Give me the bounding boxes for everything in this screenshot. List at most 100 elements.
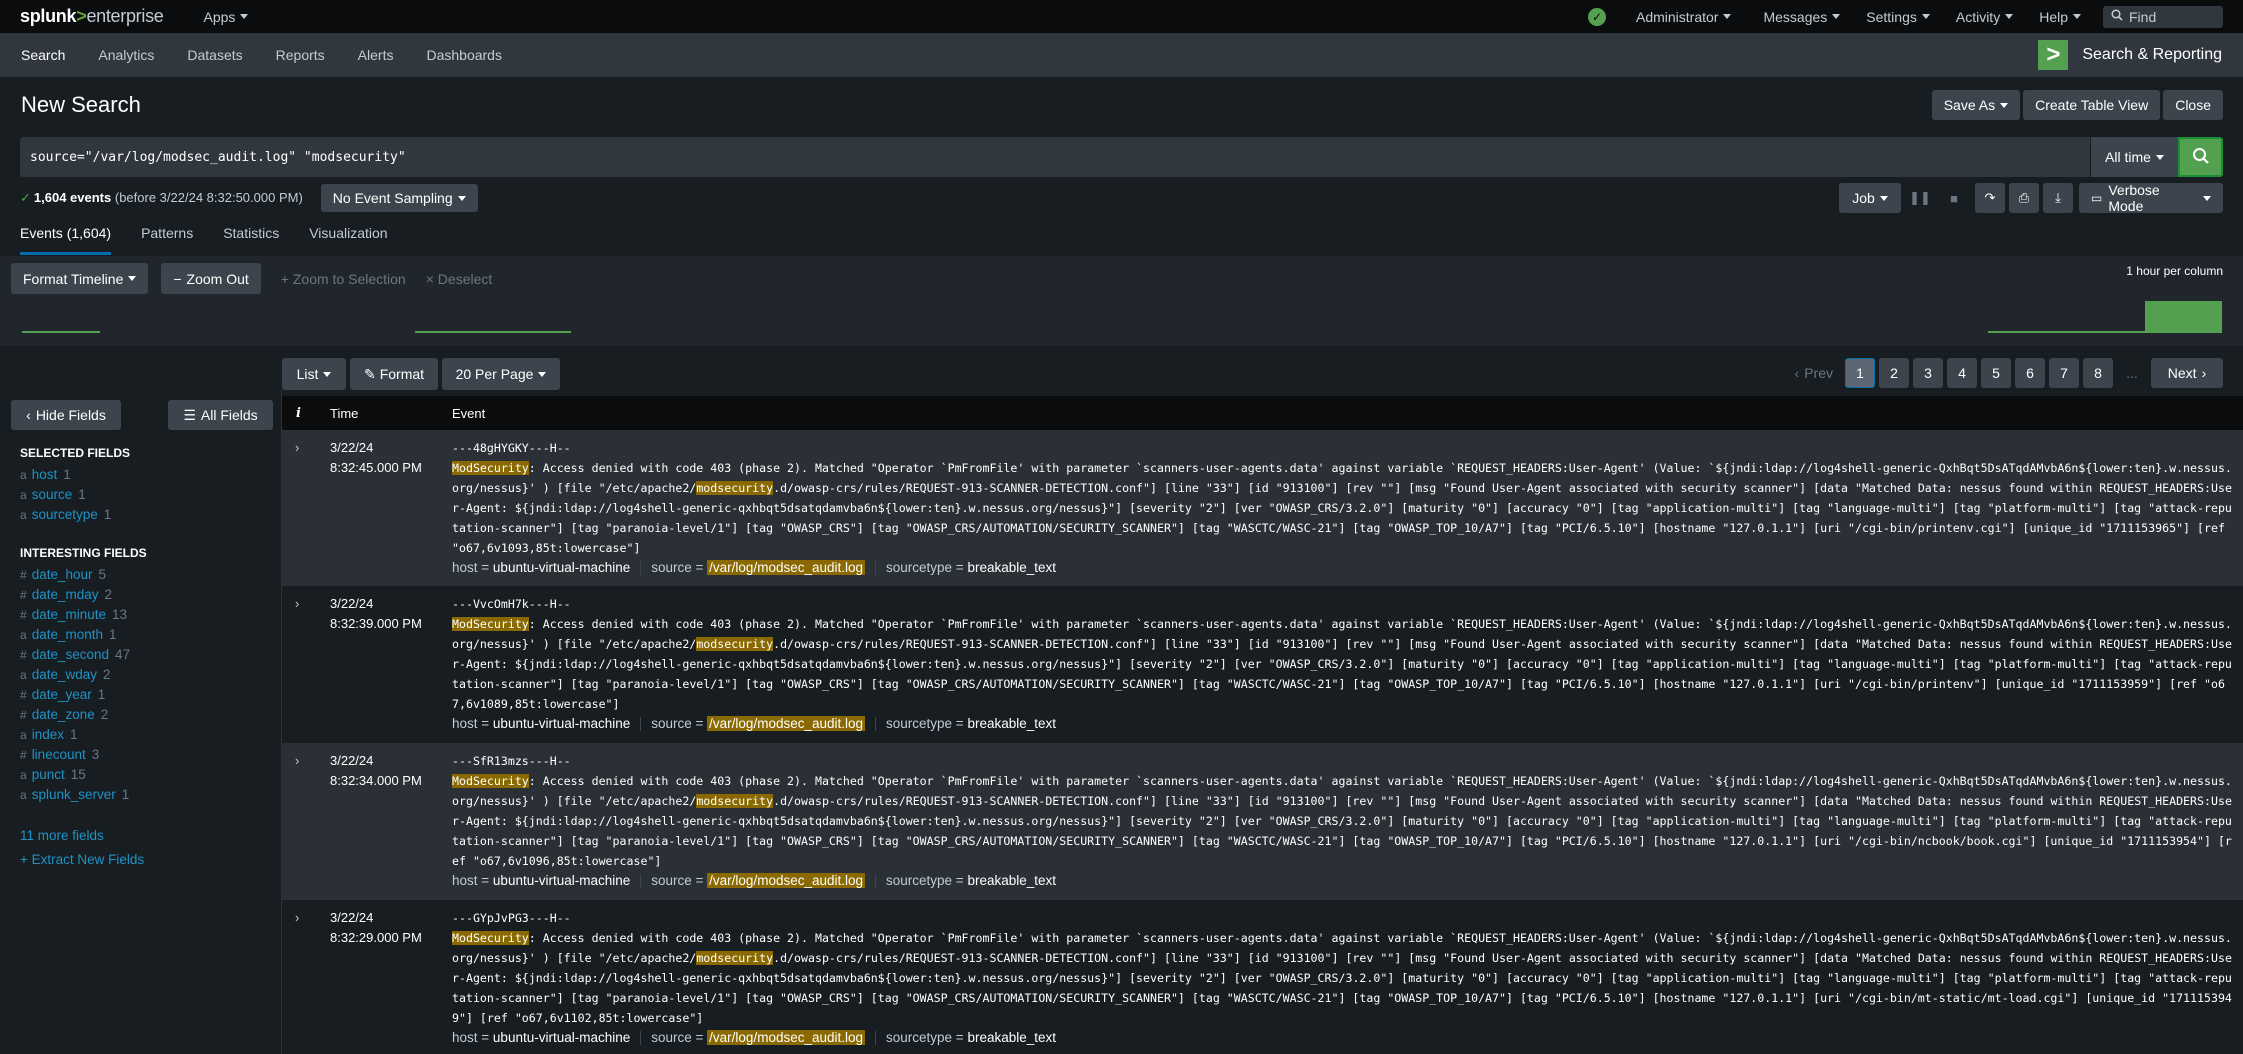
- hide-fields-button[interactable]: ‹ Hide Fields: [11, 400, 121, 430]
- field-item[interactable]: # date_year 1: [20, 687, 105, 702]
- splunk-logo[interactable]: splunk>enterprise: [20, 6, 164, 27]
- format-button[interactable]: ✎ Format: [350, 358, 438, 390]
- search-mode-dropdown[interactable]: ▭ Verbose Mode: [2079, 182, 2223, 214]
- app-tab-reports[interactable]: Reports: [276, 33, 325, 77]
- create-table-view-button[interactable]: Create Table View: [2023, 90, 2161, 120]
- meta-sourcetype-value[interactable]: breakable_text: [967, 716, 1056, 731]
- meta-host-value[interactable]: ubuntu-virtual-machine: [493, 716, 630, 731]
- prev-page-button[interactable]: ‹ Prev: [1787, 358, 1841, 388]
- zoom-to-selection-button[interactable]: + Zoom to Selection: [281, 271, 406, 287]
- check-icon: ✓: [20, 190, 31, 205]
- meta-sourcetype-value[interactable]: breakable_text: [967, 1030, 1056, 1045]
- field-item[interactable]: # date_zone 2: [20, 707, 108, 722]
- per-page-dropdown[interactable]: 20 Per Page: [442, 358, 560, 390]
- print-icon[interactable]: ⎙: [2009, 183, 2039, 213]
- format-timeline-button[interactable]: Format Timeline: [11, 263, 149, 294]
- tab-statistics[interactable]: Statistics: [223, 225, 279, 255]
- expand-chevron-icon[interactable]: ›: [295, 440, 299, 455]
- field-item[interactable]: # date_minute 13: [20, 607, 127, 622]
- save-as-button[interactable]: Save As: [1931, 90, 2021, 120]
- administrator-menu[interactable]: Administrator: [1636, 9, 1732, 25]
- meta-source-value[interactable]: /var/log/modsec_audit.log: [707, 560, 866, 575]
- field-item[interactable]: # date_hour 5: [20, 567, 106, 582]
- find-input[interactable]: Find: [2103, 5, 2223, 28]
- event-raw-text[interactable]: ---GYpJvPG3---H-- ModSecurity: Access de…: [452, 908, 2232, 1028]
- extract-new-fields-link[interactable]: + Extract New Fields: [20, 852, 144, 867]
- event-raw-text[interactable]: ---SfR13mzs---H-- ModSecurity: Access de…: [452, 751, 2232, 871]
- page-button[interactable]: 1: [1845, 358, 1875, 388]
- field-item[interactable]: # linecount 3: [20, 747, 99, 762]
- all-fields-button[interactable]: ☰ All Fields: [168, 400, 273, 430]
- page-button[interactable]: 6: [2015, 358, 2045, 388]
- app-tab-datasets[interactable]: Datasets: [187, 33, 242, 77]
- timeline-bar[interactable]: [22, 331, 100, 333]
- page-button[interactable]: 8: [2083, 358, 2113, 388]
- event-sampling-dropdown[interactable]: No Event Sampling: [320, 184, 478, 212]
- event-time: 8:32:39.000 PM: [330, 616, 422, 631]
- next-page-button[interactable]: Next ›: [2151, 358, 2223, 388]
- field-item[interactable]: a date_month 1: [20, 627, 117, 642]
- field-item[interactable]: a date_wday 2: [20, 667, 111, 682]
- messages-menu[interactable]: Messages: [1763, 9, 1841, 25]
- field-item[interactable]: a splunk_server 1: [20, 787, 129, 802]
- event-column-header[interactable]: Event: [452, 406, 485, 421]
- field-item[interactable]: a sourcetype 1: [20, 507, 111, 522]
- check-circle-icon[interactable]: ✓: [1587, 7, 1606, 26]
- meta-source-value[interactable]: /var/log/modsec_audit.log: [707, 873, 866, 888]
- expand-chevron-icon[interactable]: ›: [295, 596, 299, 611]
- help-menu[interactable]: Help: [2039, 9, 2081, 25]
- field-item[interactable]: # date_mday 2: [20, 587, 112, 602]
- page-button[interactable]: 5: [1981, 358, 2011, 388]
- deselect-button[interactable]: × Deselect: [426, 271, 493, 287]
- page-button[interactable]: 4: [1947, 358, 1977, 388]
- app-tab-analytics[interactable]: Analytics: [98, 33, 154, 77]
- meta-sourcetype-value[interactable]: breakable_text: [967, 560, 1056, 575]
- field-item[interactable]: # date_second 47: [20, 647, 130, 662]
- field-item[interactable]: a index 1: [20, 727, 77, 742]
- event-raw-text[interactable]: ---VvcOmH7k---H-- ModSecurity: Access de…: [452, 594, 2232, 714]
- tab-patterns[interactable]: Patterns: [141, 225, 193, 255]
- time-range-picker[interactable]: All time: [2090, 137, 2178, 177]
- page-button[interactable]: 2: [1879, 358, 1909, 388]
- meta-sourcetype-value[interactable]: breakable_text: [967, 873, 1056, 888]
- format-label: Format: [379, 366, 425, 382]
- search-query-input[interactable]: source="/var/log/modsec_audit.log" "mods…: [20, 137, 2090, 177]
- tab-events[interactable]: Events (1,604): [20, 225, 112, 255]
- export-icon[interactable]: ⤓: [2043, 183, 2073, 213]
- meta-source-value[interactable]: /var/log/modsec_audit.log: [707, 1030, 866, 1045]
- search-submit-button[interactable]: [2178, 137, 2223, 177]
- stop-icon[interactable]: ■: [1939, 183, 1969, 213]
- tab-visualization[interactable]: Visualization: [309, 225, 387, 255]
- zoom-out-button[interactable]: − Zoom Out: [161, 263, 261, 294]
- job-menu-button[interactable]: Job: [1839, 183, 1901, 213]
- activity-menu[interactable]: Activity: [1956, 9, 2014, 25]
- app-tab-dashboards[interactable]: Dashboards: [426, 33, 502, 77]
- close-button[interactable]: Close: [2163, 90, 2223, 120]
- event-raw-text[interactable]: ---48gHYGKY---H-- ModSecurity: Access de…: [452, 438, 2232, 558]
- meta-host-value[interactable]: ubuntu-virtual-machine: [493, 873, 630, 888]
- page-button[interactable]: 7: [2049, 358, 2079, 388]
- pause-icon[interactable]: ❚❚: [1905, 183, 1935, 213]
- timeline-bar[interactable]: [2145, 301, 2222, 333]
- meta-source-value[interactable]: /var/log/modsec_audit.log: [707, 716, 866, 731]
- field-item[interactable]: a source 1: [20, 487, 86, 502]
- list-view-dropdown[interactable]: List: [282, 358, 346, 390]
- field-item[interactable]: a punct 15: [20, 767, 86, 782]
- more-fields-link[interactable]: 11 more fields: [20, 828, 104, 843]
- meta-host-value[interactable]: ubuntu-virtual-machine: [493, 560, 630, 575]
- share-icon[interactable]: ↷: [1975, 183, 2005, 213]
- time-column-header[interactable]: Time: [330, 406, 358, 421]
- app-name[interactable]: > Search & Reporting: [2038, 40, 2222, 70]
- settings-menu[interactable]: Settings: [1866, 9, 1930, 25]
- field-item[interactable]: a host 1: [20, 467, 71, 482]
- apps-menu[interactable]: Apps: [203, 9, 249, 25]
- page-button[interactable]: 3: [1913, 358, 1943, 388]
- expand-chevron-icon[interactable]: ›: [295, 753, 299, 768]
- app-tab-search[interactable]: Search: [21, 33, 65, 77]
- event-metadata: host = ubuntu-virtual-machine source = /…: [452, 560, 1056, 575]
- timeline-bar[interactable]: [415, 331, 571, 333]
- app-tab-alerts[interactable]: Alerts: [358, 33, 394, 77]
- timeline-bar[interactable]: [1988, 331, 2145, 333]
- expand-chevron-icon[interactable]: ›: [295, 910, 299, 925]
- meta-host-value[interactable]: ubuntu-virtual-machine: [493, 1030, 630, 1045]
